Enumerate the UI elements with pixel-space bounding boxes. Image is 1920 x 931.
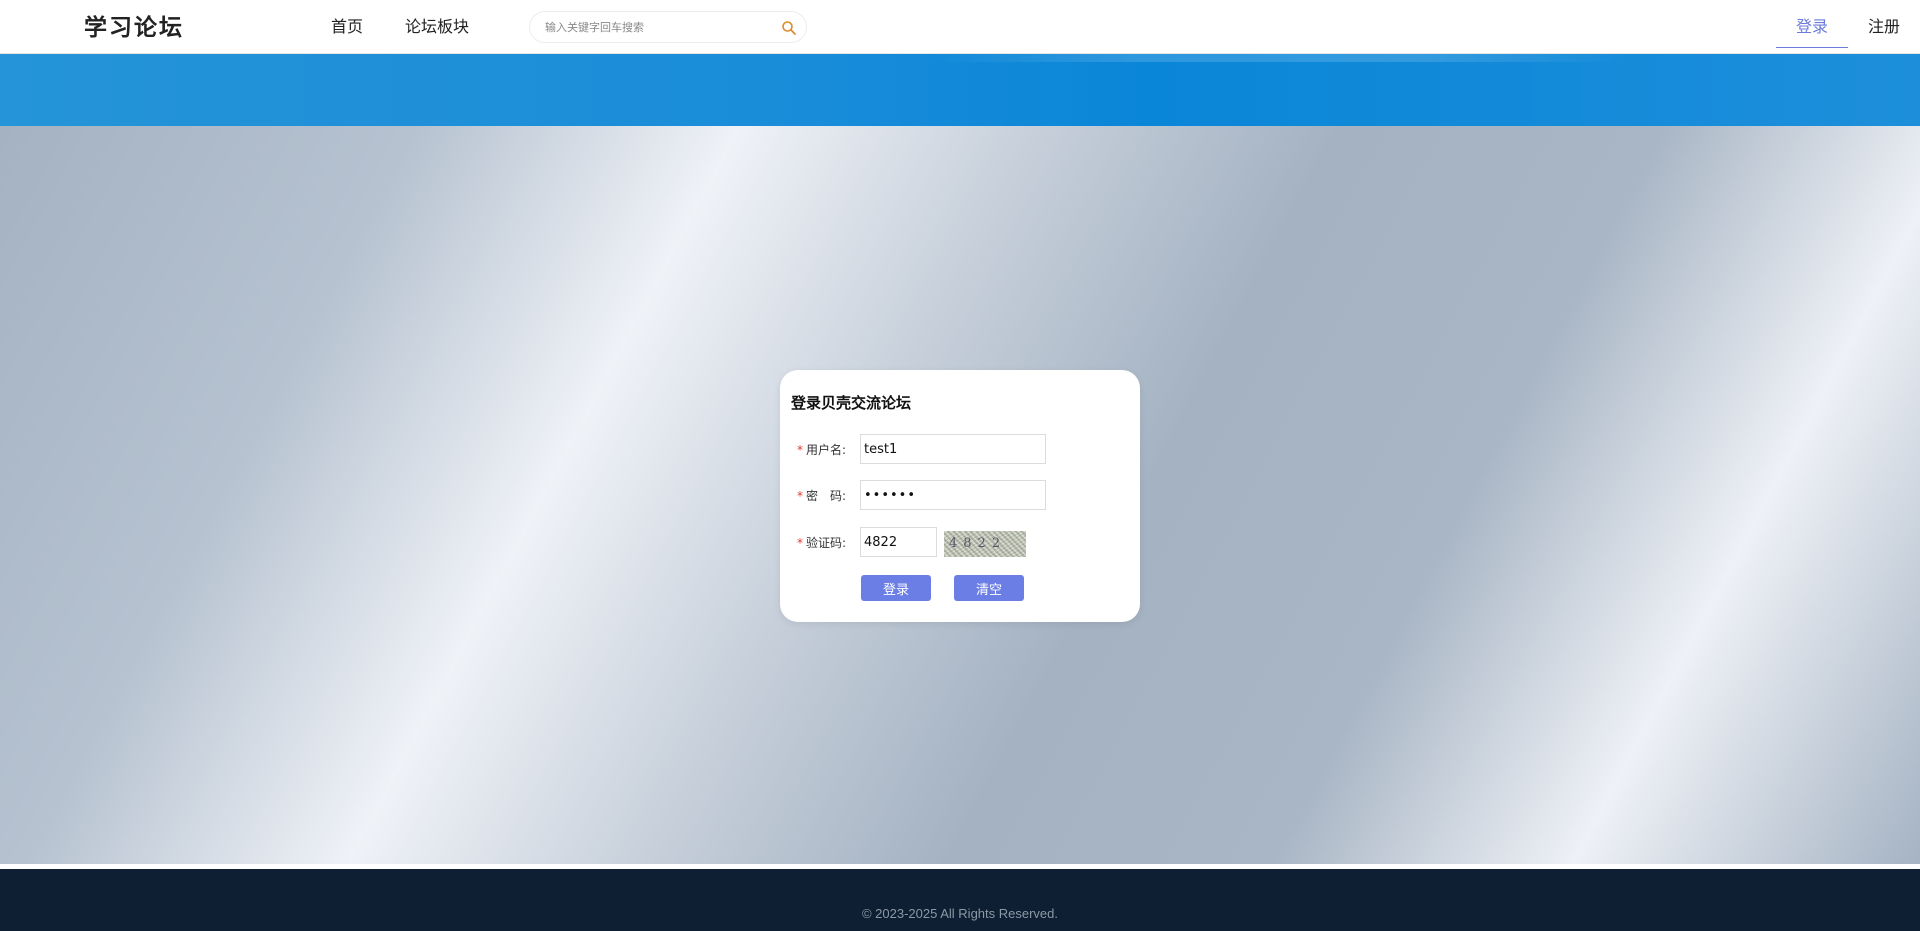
- captcha-field[interactable]: [860, 527, 937, 557]
- top-navigation-bar: 学习论坛 首页 论坛板块 登录 注册: [0, 0, 1920, 54]
- required-mark: *: [797, 443, 803, 457]
- required-mark: *: [797, 489, 803, 503]
- username-field[interactable]: [860, 434, 1046, 464]
- header-banner: [0, 54, 1920, 126]
- login-link[interactable]: 登录: [1796, 13, 1828, 37]
- site-logo[interactable]: 学习论坛: [84, 8, 184, 42]
- required-mark: *: [797, 536, 803, 550]
- username-label: * 用户名:: [797, 441, 846, 458]
- register-link[interactable]: 注册: [1868, 13, 1900, 37]
- nav-boards-link[interactable]: 论坛板块: [405, 13, 469, 37]
- captcha-image[interactable]: 4822: [944, 531, 1026, 557]
- footer: © 2023-2025 All Rights Reserved.: [0, 869, 1920, 931]
- search-box: [529, 11, 807, 43]
- login-card: 登录贝壳交流论坛 *用户名: *密 码: *验证码: 4822 登录 清空: [780, 370, 1140, 622]
- captcha-label: * 验证码:: [797, 534, 846, 551]
- password-label: * 密 码:: [797, 487, 846, 504]
- login-title: 登录贝壳交流论坛: [791, 394, 912, 412]
- password-field[interactable]: [860, 480, 1046, 510]
- copyright-text: © 2023-2025 All Rights Reserved.: [861, 906, 1059, 921]
- active-underline: [1776, 47, 1848, 48]
- clear-button[interactable]: 清空: [954, 575, 1024, 601]
- captcha-label-text: 验证码:: [806, 536, 847, 550]
- search-icon[interactable]: [781, 20, 797, 36]
- password-label-text: 密 码:: [806, 489, 847, 503]
- search-input[interactable]: [545, 17, 775, 37]
- username-label-text: 用户名:: [806, 443, 847, 457]
- banner-highlight: [930, 54, 1630, 62]
- login-button[interactable]: 登录: [861, 575, 931, 601]
- nav-home-link[interactable]: 首页: [331, 13, 363, 37]
